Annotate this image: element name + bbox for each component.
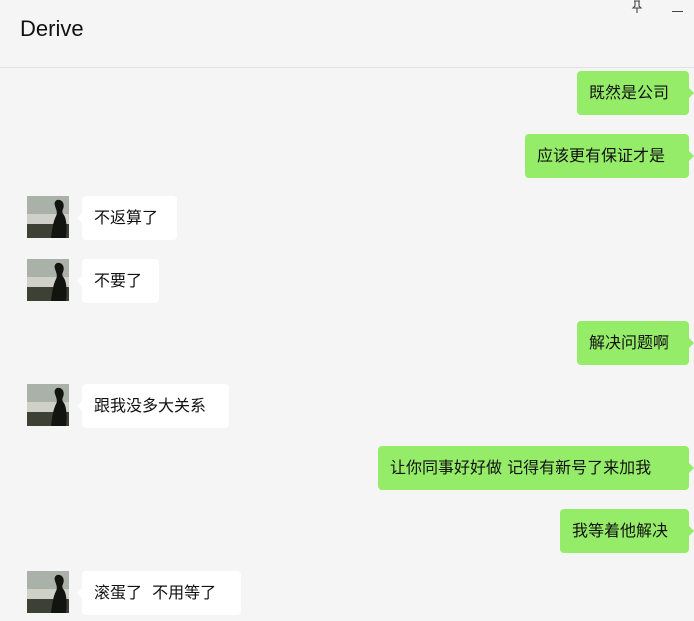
contact-avatar[interactable] [27, 259, 69, 301]
minimize-icon[interactable] [669, 0, 685, 14]
message-bubble-incoming[interactable]: 不要了 [77, 259, 159, 303]
contact-avatar[interactable] [27, 571, 69, 613]
message-bubble-outgoing[interactable]: 既然是公司 [577, 71, 694, 115]
message-bubble-incoming[interactable]: 跟我没多大关系 [77, 384, 229, 428]
message-bubble-outgoing[interactable]: 让你同事好好做 记得有新号了来加我 [378, 446, 694, 490]
message-bubble-incoming[interactable]: 不返算了 [77, 196, 177, 240]
chat-header: Derive [0, 0, 694, 68]
message-bubble-outgoing[interactable]: 解决问题啊 [577, 321, 694, 365]
chat-title: Derive [20, 16, 84, 41]
message-bubble-outgoing[interactable]: 应该更有保证才是 [525, 134, 694, 178]
message-bubble-incoming[interactable]: 滚蛋了 不用等了 [77, 571, 241, 615]
chat-window: Derive 既然是公司 应该更有保证才是 不返算了 不要了 解决问题啊 跟我没… [0, 0, 694, 621]
pin-icon[interactable] [629, 0, 645, 14]
message-bubble-outgoing[interactable]: 我等着他解决 [560, 509, 694, 553]
contact-avatar[interactable] [27, 384, 69, 426]
contact-avatar[interactable] [27, 196, 69, 238]
